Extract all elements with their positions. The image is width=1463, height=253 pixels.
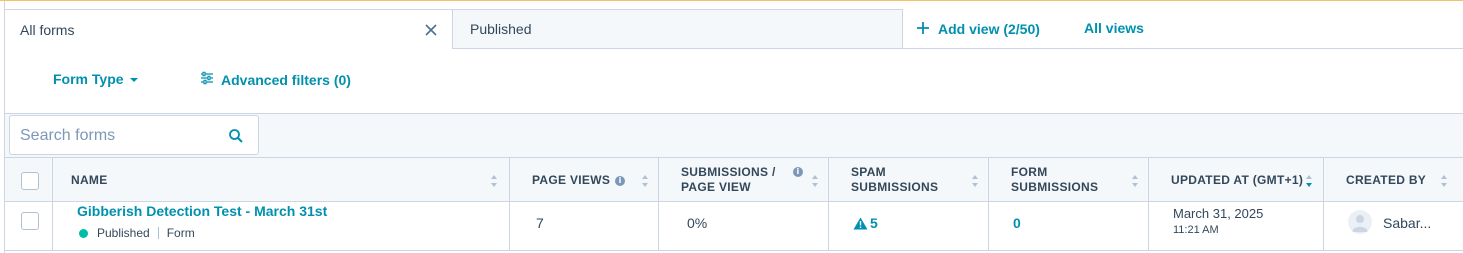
status-label: Published (97, 226, 150, 240)
column-label: SPAM SUBMISSIONS (851, 165, 939, 194)
column-header-updated-at[interactable]: UPDATED AT (GMT+1) (1149, 158, 1324, 202)
all-views-button[interactable]: All views (1084, 20, 1144, 36)
sort-icon[interactable] (971, 174, 979, 188)
updated-at-cell: March 31, 2025 11:21 AM (1149, 202, 1324, 250)
search-field[interactable] (9, 115, 259, 155)
spam-submissions-link[interactable]: 5 (853, 215, 878, 231)
info-icon[interactable]: i (615, 176, 626, 186)
avatar-icon (1352, 215, 1368, 232)
column-label: UPDATED AT (GMT+1) (1171, 173, 1304, 187)
plus-icon (916, 21, 930, 38)
created-by-cell: Sabar... (1324, 202, 1463, 250)
spam-count: 5 (870, 215, 878, 231)
updated-date: March 31, 2025 (1173, 206, 1264, 221)
column-label: PAGE VIEWS (532, 173, 611, 187)
column-label: NAME (71, 173, 108, 187)
form-name-link[interactable]: Gibberish Detection Test - March 31st (77, 203, 327, 219)
column-header-name[interactable]: NAME (53, 158, 510, 202)
page-views-cell: 7 (510, 202, 659, 250)
submission-rate-value: 0% (687, 215, 708, 231)
sort-descending-icon[interactable] (1305, 174, 1313, 188)
column-header-form-submissions[interactable]: FORM SUBMISSIONS (989, 158, 1149, 202)
search-input[interactable] (18, 125, 222, 147)
sort-icon[interactable] (1131, 174, 1139, 188)
column-header-spam-submissions[interactable]: SPAM SUBMISSIONS (829, 158, 989, 202)
tab-label: All forms (20, 22, 75, 38)
form-submissions-cell: 0 (989, 202, 1149, 250)
table-row[interactable]: Gibberish Detection Test - March 31st Pu… (5, 202, 1463, 251)
close-icon[interactable] (423, 22, 439, 38)
form-submissions-link[interactable]: 0 (1013, 215, 1021, 231)
form-type-filter[interactable]: Form Type (53, 71, 138, 87)
submission-rate-cell: 0% (659, 202, 829, 250)
published-status-dot (79, 228, 88, 238)
name-cell: Gibberish Detection Test - March 31st Pu… (5, 202, 510, 250)
advanced-filters-button[interactable]: Advanced filters (0) (200, 71, 351, 88)
column-header-submission-rate[interactable]: SUBMISSIONS / PAGE VIEW i (659, 158, 829, 202)
select-all-checkbox[interactable] (21, 172, 39, 190)
form-meta: Published Form (79, 226, 195, 240)
sort-icon[interactable] (641, 174, 649, 188)
add-view-label: Add view (2/50) (938, 21, 1040, 37)
spam-submissions-cell: 5 (829, 202, 989, 250)
info-icon[interactable]: i (793, 167, 803, 177)
page-views-value: 7 (536, 215, 544, 231)
column-label: CREATED BY (1346, 173, 1427, 187)
creator-name: Sabar... (1383, 215, 1432, 231)
search-icon[interactable] (228, 128, 244, 144)
table-header: NAME PAGE VIEWS i SUBMISSIONS / PAGE VIEW… (5, 157, 1463, 202)
tab-published[interactable]: Published (452, 9, 903, 49)
sort-icon[interactable] (490, 174, 498, 188)
tab-all-forms[interactable]: All forms (5, 9, 452, 50)
sliders-icon (200, 71, 214, 88)
advanced-filters-label: Advanced filters (0) (221, 71, 351, 88)
add-view-button[interactable]: Add view (2/50) (916, 19, 1040, 39)
warning-icon (853, 217, 868, 229)
sort-icon[interactable] (811, 174, 819, 188)
column-label: FORM SUBMISSIONS (1011, 165, 1099, 194)
form-type-label: Form (166, 226, 195, 240)
tabs-divider (903, 48, 1463, 49)
avatar (1348, 210, 1372, 234)
tab-label: Published (470, 21, 532, 37)
sort-icon[interactable] (1440, 174, 1448, 188)
updated-time: 11:21 AM (1173, 224, 1219, 236)
form-type-label: Form Type (53, 71, 124, 87)
caret-down-icon (129, 77, 138, 82)
column-header-page-views[interactable]: PAGE VIEWS i (510, 158, 659, 202)
divider (157, 227, 159, 239)
column-header-created-by[interactable]: CREATED BY (1324, 158, 1463, 202)
select-all-cell (5, 158, 53, 202)
column-label: SUBMISSIONS / PAGE VIEW (681, 165, 776, 194)
